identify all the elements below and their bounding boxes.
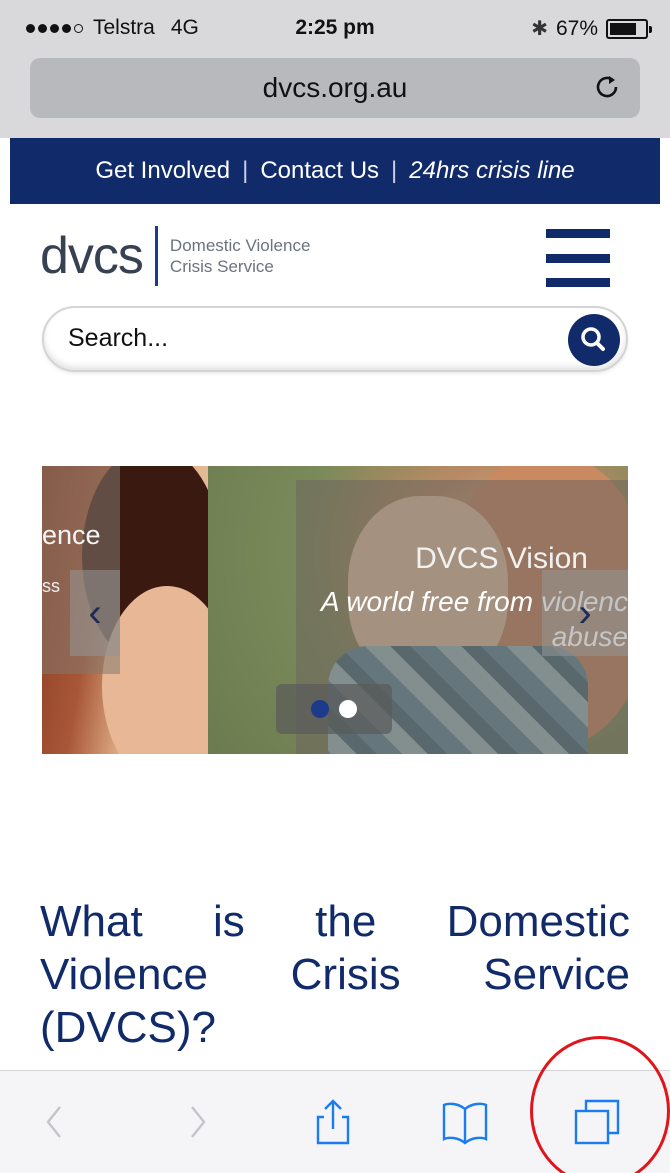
nav-separator: | (242, 157, 249, 184)
annotation-highlight-circle (530, 1036, 670, 1173)
carousel-prev-button[interactable]: ‹ (70, 570, 120, 656)
share-button[interactable] (306, 1095, 360, 1149)
bookmarks-button[interactable] (438, 1095, 492, 1149)
chevron-left-icon: ‹ (88, 591, 102, 635)
carousel-next-button[interactable]: › (542, 570, 628, 656)
top-nav: Get Involved | Contact Us | 24hrs crisis… (10, 138, 660, 204)
bookmarks-icon (442, 1102, 488, 1145)
url-text[interactable]: dvcs.org.au (30, 72, 640, 104)
back-button[interactable] (30, 1095, 84, 1149)
battery-percent: 67% (555, 16, 598, 40)
logo-tagline-line2: Crisis Service (169, 257, 274, 276)
browser-address-area: dvcs.org.au (0, 58, 670, 138)
logo-tagline: Domestic Violence Crisis Service (170, 235, 310, 277)
search-button[interactable] (568, 314, 620, 366)
search-icon (581, 327, 605, 351)
reload-icon[interactable] (592, 70, 622, 104)
status-bar: Telstra 4G 2:25 pm ✱ 67% (0, 0, 670, 58)
nav-contact-us[interactable]: Contact Us (260, 157, 379, 185)
page-heading: What is the Domestic Violence Crisis Ser… (40, 897, 630, 1052)
forward-icon (191, 1106, 206, 1138)
carousel-pagination (276, 684, 392, 734)
search-input[interactable] (68, 324, 548, 353)
previous-slide-caption-2: ss (42, 576, 60, 596)
search-box (42, 306, 628, 372)
forward-button[interactable] (170, 1095, 224, 1149)
chevron-right-icon: › (578, 591, 592, 635)
previous-slide-image: lence ss (42, 466, 232, 754)
hero-carousel[interactable]: lence ss DVCS Vision A world free from v… (42, 466, 628, 754)
carousel-dot-1[interactable] (311, 700, 329, 718)
status-right: ✱ 67% (531, 16, 652, 41)
nav-get-involved[interactable]: Get Involved (95, 157, 230, 185)
previous-slide-caption: lence (42, 520, 101, 550)
site-logo[interactable]: dvcs Domestic Violence Crisis Service (40, 224, 310, 288)
logo-mark: dvcs (40, 227, 144, 285)
carousel-dot-2[interactable] (339, 700, 357, 718)
url-bar[interactable]: dvcs.org.au (30, 58, 640, 118)
logo-divider (154, 226, 158, 286)
battery-icon (606, 18, 652, 39)
back-icon (46, 1106, 61, 1138)
nav-crisis-line[interactable]: 24hrs crisis line (409, 157, 574, 185)
logo-tagline-line1: Domestic Violence (169, 236, 311, 255)
hamburger-menu-icon[interactable] (546, 229, 610, 287)
bluetooth-icon: ✱ (531, 18, 548, 40)
nav-separator: | (391, 157, 398, 184)
share-icon (316, 1099, 350, 1145)
